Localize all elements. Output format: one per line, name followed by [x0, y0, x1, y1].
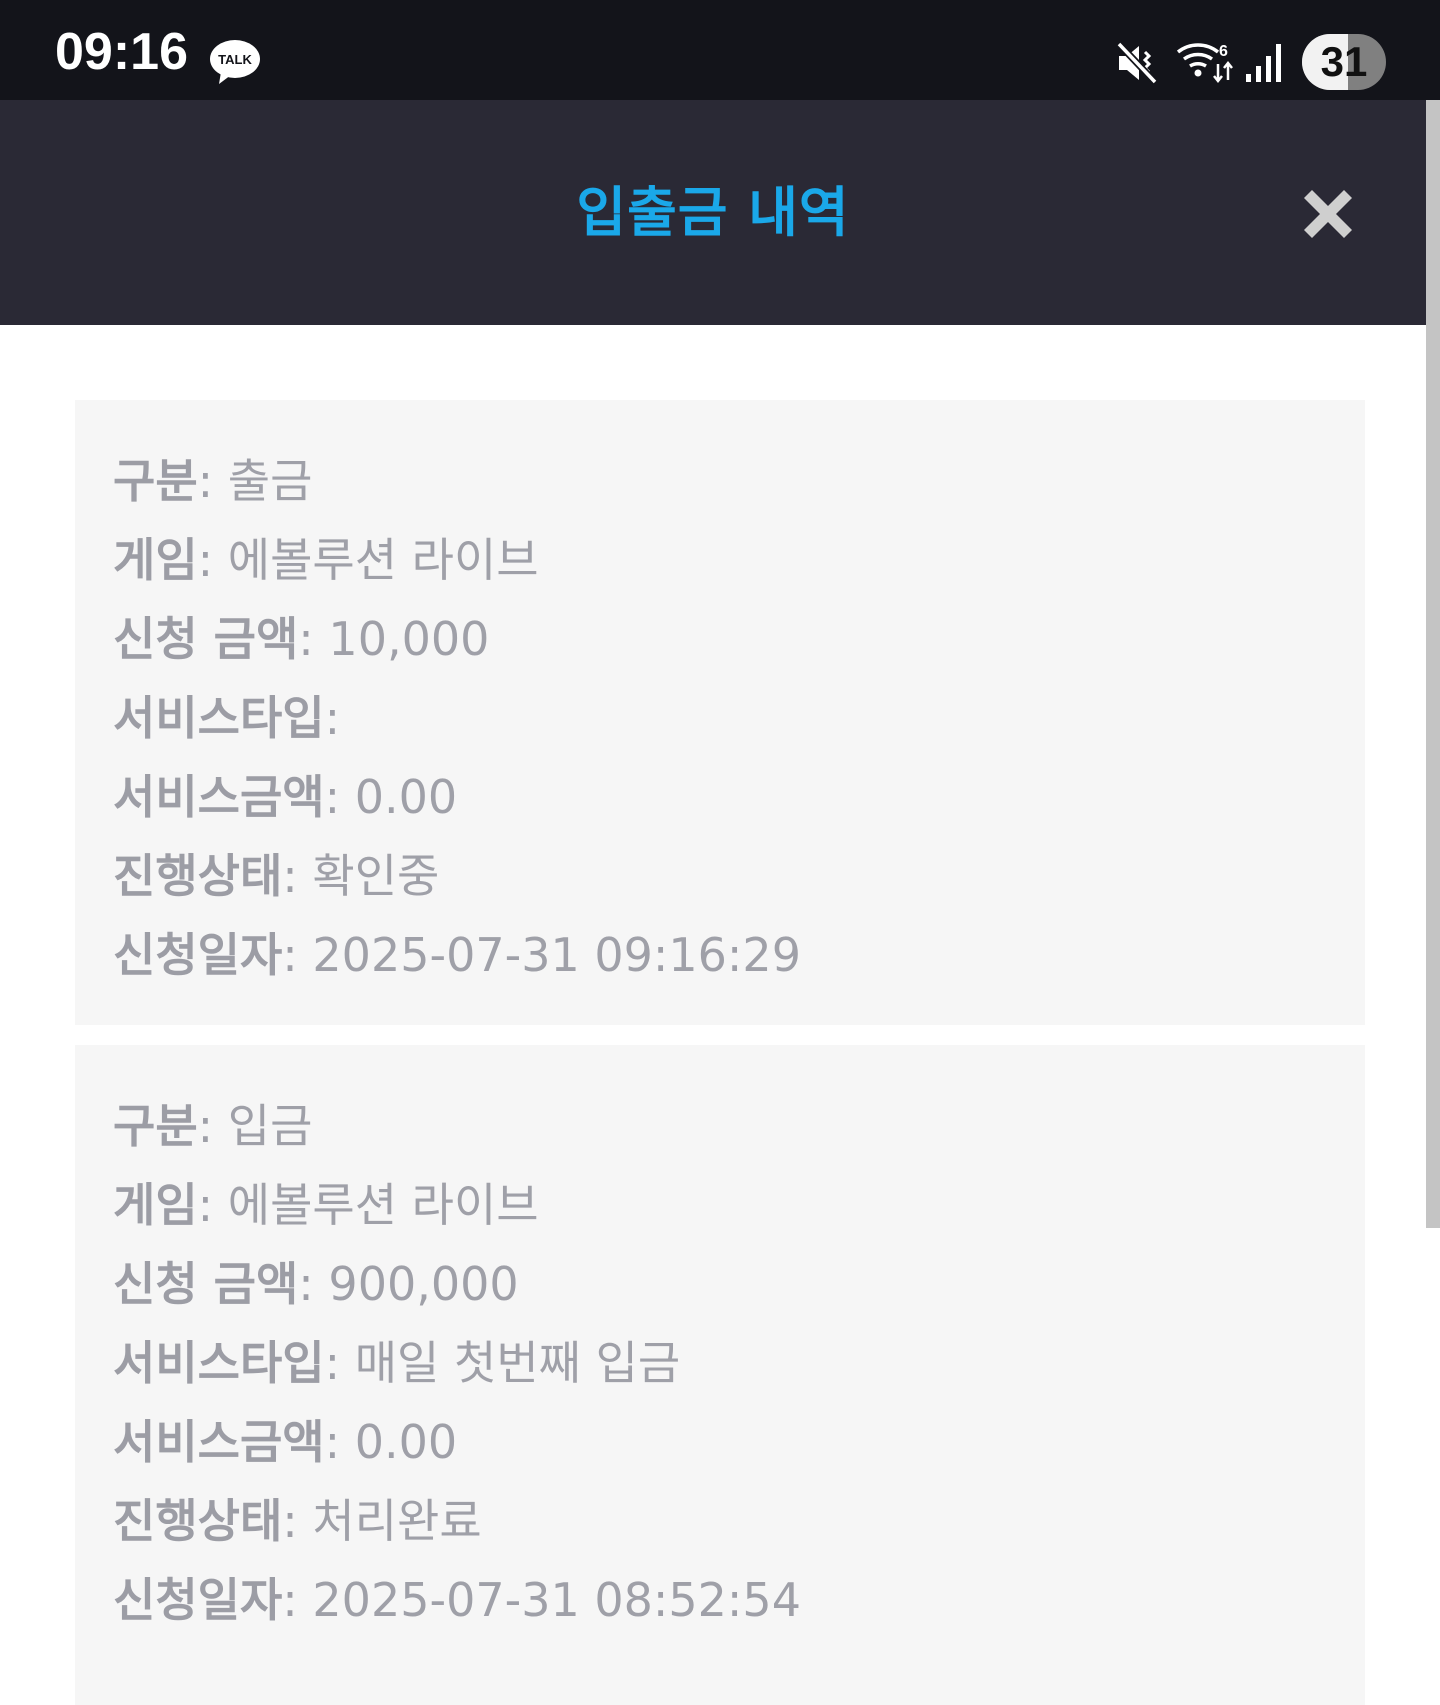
field-service-amount: 서비스금액: 0.00 [113, 1415, 458, 1469]
cellular-signal-icon [1246, 44, 1281, 82]
field-value: 0.00 [354, 1415, 458, 1469]
field-value: 에볼루션 라이브 [227, 1178, 539, 1232]
field-label: 게임 [113, 1178, 198, 1232]
field-game: 게임: 에볼루션 라이브 [113, 533, 539, 587]
field-label: 구분 [113, 454, 198, 508]
field-value: 2025-07-31 08:52:54 [312, 1573, 801, 1627]
kakaotalk-icon: TALK [210, 40, 260, 84]
field-value: 2025-07-31 09:16:29 [312, 928, 801, 982]
field-label: 서비스타입 [113, 1336, 325, 1390]
field-service-amount: 서비스금액: 0.00 [113, 770, 458, 824]
field-label: 진행상태 [113, 849, 283, 903]
history-record: 구분: 입금 게임: 에볼루션 라이브 신청 금액: 900,000 서비스타입… [75, 1045, 1365, 1705]
field-request-amount: 신청 금액: 900,000 [113, 1257, 519, 1311]
field-label: 게임 [113, 533, 198, 587]
field-request-date: 신청일자: 2025-07-31 08:52:54 [113, 1573, 801, 1627]
field-service-type: 서비스타입: [113, 691, 341, 745]
close-icon[interactable] [1296, 182, 1360, 246]
field-label: 신청일자 [113, 928, 283, 982]
field-service-type: 서비스타입: 매일 첫번째 입금 [113, 1336, 681, 1390]
field-category: 구분: 입금 [113, 1099, 313, 1153]
history-record: 구분: 출금 게임: 에볼루션 라이브 신청 금액: 10,000 서비스타입:… [75, 400, 1365, 1025]
wifi-icon: 6 [1176, 43, 1233, 84]
page-title: 입출금 내역 [576, 181, 850, 244]
field-status: 진행상태: 처리완료 [113, 1494, 482, 1548]
field-status: 진행상태: 확인중 [113, 849, 440, 903]
status-time: 09:16 [55, 23, 188, 81]
field-category: 구분: 출금 [113, 454, 313, 508]
mute-vibrate-icon [1116, 41, 1158, 85]
field-value: 처리완료 [312, 1494, 482, 1548]
field-label: 서비스금액 [113, 1415, 325, 1469]
field-value: 10,000 [328, 612, 490, 666]
field-request-date: 신청일자: 2025-07-31 09:16:29 [113, 928, 801, 982]
field-label: 신청 금액 [113, 612, 299, 666]
modal-header: 입출금 내역 [0, 100, 1426, 325]
battery-level: 31 [1320, 38, 1368, 85]
field-label: 진행상태 [113, 1494, 283, 1548]
status-bar: 09:16 TALK 6 31 [0, 0, 1440, 100]
field-value: 0.00 [354, 770, 458, 824]
field-value: 확인중 [312, 849, 440, 903]
field-game: 게임: 에볼루션 라이브 [113, 1178, 539, 1232]
field-label: 신청일자 [113, 1573, 283, 1627]
field-value: 입금 [227, 1099, 313, 1153]
field-label: 서비스타입 [113, 691, 325, 745]
field-value: 출금 [227, 454, 313, 508]
svg-text:6: 6 [1219, 43, 1228, 60]
battery-icon: 31 [1302, 34, 1386, 90]
scrollbar-thumb[interactable] [1426, 100, 1440, 1228]
field-label: 서비스금액 [113, 770, 325, 824]
field-request-amount: 신청 금액: 10,000 [113, 612, 490, 666]
field-label: 신청 금액 [113, 1257, 299, 1311]
field-value: 900,000 [328, 1257, 519, 1311]
field-value: 에볼루션 라이브 [227, 533, 539, 587]
talk-badge-text: TALK [218, 52, 252, 67]
field-value: 매일 첫번째 입금 [354, 1336, 681, 1390]
field-label: 구분 [113, 1099, 198, 1153]
